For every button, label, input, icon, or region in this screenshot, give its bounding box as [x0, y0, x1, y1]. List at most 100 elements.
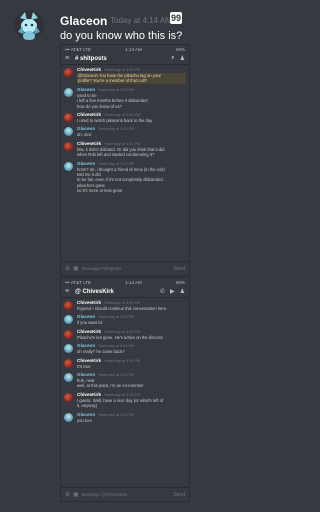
message-input[interactable]: Message @ChivesKirk: [82, 492, 174, 497]
timestamp: Today at 4:14 AM: [110, 16, 172, 25]
message-item: ChivesKirk Yesterday at 3:40 PM I used to…: [64, 112, 186, 123]
message-author[interactable]: ChivesKirk: [77, 358, 101, 363]
message-author[interactable]: Glaceon: [77, 314, 95, 319]
message-list: ChivesKirk Yesterday at 3:40 PM @Glaceon …: [61, 65, 189, 194]
search-icon[interactable]: ⌕: [171, 55, 174, 62]
message-item: Glaceon Yesterday at 3:44 PM oh really? h…: [64, 343, 186, 354]
avatar[interactable]: [64, 412, 73, 422]
message-item: Glaceon Yesterday at 3:42 PM hmm? ah, i t…: [64, 161, 186, 194]
message-item: Glaceon Yesterday at 3:44 PM huh, neat we…: [64, 372, 186, 389]
screenshot-dm: ••• AT&T LTE 1:14 AM 60% ≡ @ ChivesKirk …: [60, 277, 190, 502]
message-author[interactable]: Glaceon: [77, 126, 95, 131]
message-line: so it's more or less gone: [77, 188, 123, 194]
message-time: Yesterday at 3:41 PM: [104, 141, 141, 146]
message-author[interactable]: ChivesKirk: [77, 329, 101, 334]
image-icon[interactable]: ▣: [73, 491, 79, 498]
add-attachment-icon[interactable]: ⊕: [65, 491, 70, 498]
send-button[interactable]: Send: [173, 492, 185, 498]
screenshot-channel: ••• AT&T LTE 1:14 AM 60% ≡ # shitposts ⌕…: [60, 44, 190, 276]
dm-name: @ ChivesKirk: [75, 288, 114, 295]
menu-icon[interactable]: ≡: [65, 55, 72, 62]
carrier-text: ••• AT&T LTE: [65, 279, 91, 285]
avatar[interactable]: [64, 315, 73, 325]
channel-header: ≡ # shitposts ⌕ ♟: [61, 53, 189, 65]
avatar[interactable]: [64, 113, 73, 123]
image-icon[interactable]: ▣: [73, 265, 79, 272]
message-time: Yesterday at 3:40 PM: [104, 68, 141, 72]
message-author[interactable]: Glaceon: [77, 372, 95, 377]
message-time: Yesterday at 3:44 PM: [98, 373, 135, 378]
add-attachment-icon[interactable]: ⊕: [65, 265, 70, 272]
message-item: ChivesKirk Yesterday at 3:43 PM Pikachu's…: [64, 329, 186, 340]
avatar[interactable]: [64, 68, 73, 77]
message-author[interactable]: ChivesKirk: [77, 112, 101, 117]
message-line: ah, nice: [77, 132, 92, 138]
message-author[interactable]: ChivesKirk: [77, 392, 101, 397]
members-icon[interactable]: ♟: [180, 55, 185, 62]
avatar[interactable]: [14, 10, 44, 40]
message-line: profile? You're a member of that cult?: [77, 78, 186, 84]
message-time: Yesterday at 3:44 PM: [104, 358, 141, 363]
message-author[interactable]: Glaceon: [77, 343, 95, 348]
avatar[interactable]: [64, 329, 73, 339]
avatar[interactable]: [64, 344, 73, 354]
message-line: I used to watch pikacenti back in the da…: [77, 118, 153, 124]
message-line: oh really? he came back?: [77, 349, 125, 355]
message-line: how do you know of us?: [77, 103, 122, 109]
message-item: ChivesKirk Yesterday at 3:40 PM @Glaceon …: [64, 67, 186, 84]
glaceon-avatar-icon: [18, 12, 40, 40]
quote-badge: 99: [170, 12, 182, 24]
call-icon[interactable]: ✆: [160, 288, 165, 295]
message-author[interactable]: ChivesKirk: [77, 67, 101, 72]
members-icon[interactable]: ♟: [180, 288, 185, 295]
avatar[interactable]: [64, 141, 73, 151]
avatar[interactable]: [64, 358, 73, 368]
status-time: 1:14 AM: [125, 279, 142, 285]
status-bar: ••• AT&T LTE 1:14 AM 60%: [61, 45, 189, 53]
avatar[interactable]: [64, 301, 73, 310]
message-item: ChivesKirk Yesterday at 3:44 PM It's true: [64, 358, 186, 369]
message-list: ChivesKirk Yesterday at 3:43 PM Figured I…: [61, 298, 189, 423]
avatar[interactable]: [64, 392, 73, 402]
message-item: Glaceon Yesterday at 3:43 PM if you want …: [64, 314, 186, 325]
avatar[interactable]: [64, 87, 73, 97]
message-line: if you want lol: [77, 320, 103, 326]
message-input[interactable]: Message #shitposts: [82, 266, 174, 271]
message-composer[interactable]: ⊕ ▣ Message @ChivesKirk Send: [61, 487, 189, 501]
status-bar: ••• AT&T LTE 1:14 AM 60%: [61, 278, 189, 286]
message-author[interactable]: Glaceon: [77, 412, 95, 417]
message-author[interactable]: ChivesKirk: [77, 300, 101, 305]
message-time: Yesterday at 3:44 PM: [98, 344, 135, 349]
message-time: Yesterday at 3:41 PM: [98, 127, 135, 132]
menu-icon[interactable]: ≡: [65, 288, 72, 295]
message-author[interactable]: ChivesKirk: [77, 141, 101, 146]
message-author[interactable]: Glaceon: [77, 87, 95, 92]
message-author[interactable]: Glaceon: [77, 161, 95, 166]
message-line: when Rob left and started condemning it?: [77, 152, 155, 158]
message-time: Yesterday at 3:43 PM: [104, 329, 141, 334]
message-item: ChivesKirk Yesterday at 3:41 PM btw, it d…: [64, 141, 186, 158]
avatar[interactable]: [64, 161, 73, 171]
message-time: Yesterday at 3:43 PM: [98, 315, 135, 320]
message-item: Glaceon Yesterday at 3:40 PM used to be i…: [64, 87, 186, 109]
message-time: Yesterday at 3:43 PM: [104, 301, 141, 305]
message-line: It's true: [77, 363, 91, 369]
send-button[interactable]: Send: [173, 266, 185, 272]
message-line: Pikachu's not gone. He's active on the d…: [77, 334, 164, 340]
dm-header: ≡ @ ChivesKirk ✆ ▶ ♟: [61, 286, 189, 298]
avatar[interactable]: [64, 127, 73, 137]
video-icon[interactable]: ▶: [170, 288, 175, 295]
channel-name: # shitposts: [75, 55, 107, 62]
message-time: Yesterday at 3:40 PM: [104, 113, 141, 118]
message-item: Glaceon Yesterday at 3:41 PM ah, nice: [64, 126, 186, 137]
message-time: Yesterday at 3:45 PM: [104, 392, 141, 397]
status-time: 1:14 AM: [125, 46, 142, 52]
message-time: Yesterday at 3:45 PM: [98, 412, 135, 417]
message-time: Yesterday at 3:42 PM: [98, 161, 135, 166]
author-name[interactable]: Glaceon: [60, 14, 107, 28]
message-line: it, anyway): [77, 403, 98, 409]
message-composer[interactable]: ⊕ ▣ Message #shitposts Send: [61, 261, 189, 275]
message-item: ChivesKirk Yesterday at 3:45 PM I guess. …: [64, 392, 186, 409]
message-item: Glaceon Yesterday at 3:45 PM you too!: [64, 412, 186, 423]
avatar[interactable]: [64, 373, 73, 383]
